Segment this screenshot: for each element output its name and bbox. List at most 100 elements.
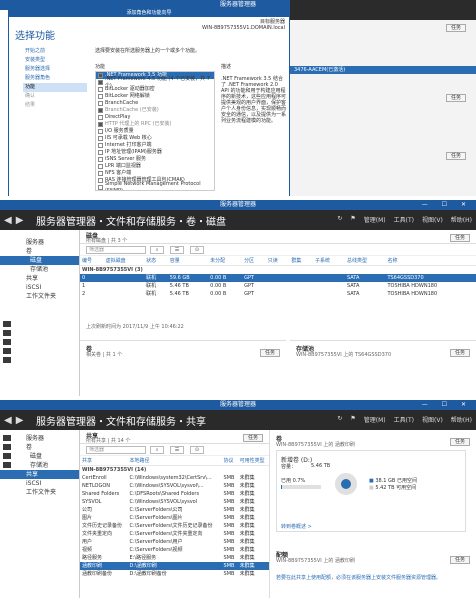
list-options-icon[interactable]: ☰	[170, 446, 184, 454]
feature-item[interactable]: BranchCache (已安装)	[96, 107, 214, 114]
table-row[interactable]: 视频 C:\ServerFolders\视频 SMB 未群集	[80, 546, 269, 554]
feature-checkbox[interactable]	[98, 150, 103, 155]
feature-item[interactable]: Simple Network Management Protocol (SNMP…	[96, 181, 214, 190]
sidebar-item-shares[interactable]: 共享	[0, 470, 79, 479]
sidebar-item-iscsi[interactable]: iSCSI	[0, 479, 79, 488]
column-header[interactable]: 子系统	[312, 256, 345, 266]
filter-input[interactable]: 筛选器	[86, 446, 146, 454]
task-button[interactable]: 任务	[449, 556, 470, 564]
feature-item[interactable]: Internet 打印客户端	[96, 142, 214, 149]
column-header[interactable]: 状态	[144, 256, 168, 266]
filter-options-icon[interactable]: ⊙	[190, 446, 204, 454]
feature-checkbox[interactable]	[98, 164, 103, 169]
menu-help[interactable]: 帮助(H)	[451, 215, 472, 224]
dashboard-icon[interactable]	[3, 321, 11, 327]
sidebar-item-servers[interactable]: 服务器	[0, 434, 79, 443]
feature-item[interactable]: BranchCache	[96, 100, 214, 107]
table-row[interactable]: 文件历史记录备份 C:\ServerFolders\文件历史记录备份 SMB 未群集	[80, 522, 269, 530]
wizard-step[interactable]: 开始之前	[23, 47, 87, 56]
table-row[interactable]: 1 联机 5.46 TB 0.00 B GPT SATA TOSHIBA HDWN180	[80, 282, 476, 290]
column-header[interactable]: 名称	[385, 256, 476, 266]
menu-view[interactable]: 视图(V)	[422, 415, 443, 424]
table-row[interactable]: 2 联机 5.46 TB 0.00 B GPT SATA TOSHIBA HDWN180	[80, 290, 476, 298]
feature-item[interactable]: DirectPlay	[96, 114, 214, 121]
column-header[interactable]: 本地路径	[127, 456, 222, 466]
refresh-icon[interactable]: ↻	[337, 215, 342, 224]
wizard-step[interactable]: 服务器角色	[23, 74, 87, 83]
column-header[interactable]: 容量	[167, 256, 209, 266]
table-row[interactable]: 公司 C:\ServerFolders\公司 SMB 未群集	[80, 506, 269, 514]
features-list[interactable]: .NET Framework 3.5 功能 .NET Framework 4.5 …	[95, 71, 215, 191]
table-row[interactable]: 涵教印刷 D:\涵教印刷 SMB 未群集	[80, 561, 269, 570]
task-button[interactable]: 任务	[259, 349, 280, 357]
table-row[interactable]: Shared Folders C:\DFSRoots\Shared Folders…	[80, 490, 269, 498]
local-server-icon[interactable]	[3, 330, 11, 336]
back-forward-icon[interactable]: ◀▶	[0, 415, 36, 426]
table-row[interactable]: NETLOGON C:\Windows\SYSVOL\sysvol\... SMB 未…	[80, 482, 269, 490]
feature-item[interactable]: iSNS Server 服务	[96, 156, 214, 163]
sidebar-item-servers[interactable]: 服务器	[0, 238, 79, 247]
task-button[interactable]: 任务	[445, 24, 466, 32]
table-row[interactable]: 图片 C:\ServerFolders\图片 SMB 未群集	[80, 514, 269, 522]
all-servers-icon[interactable]	[3, 339, 11, 345]
flag-icon[interactable]: ⚑	[350, 415, 355, 424]
server-row-selected[interactable]: 3476-AACEM(已激活)	[290, 66, 476, 74]
table-row[interactable]: SYSVOL C:\Windows\SYSVOL\sysvol SMB 未群集	[80, 498, 269, 506]
table-row[interactable]: 0 联机 59.6 GB 0.00 B GPT SATA TS64GSSD370	[80, 273, 476, 282]
feature-checkbox[interactable]	[98, 87, 103, 92]
feature-item[interactable]: IIS 可承载 Web 核心	[96, 135, 214, 142]
goto-volume-link[interactable]: 转到卷概述 >	[281, 523, 312, 530]
feature-item[interactable]: I/O 服务质量	[96, 128, 214, 135]
sidebar-item-disks[interactable]: 磁盘	[0, 452, 79, 461]
task-button[interactable]: 任务	[449, 234, 470, 242]
column-header[interactable]: 编号	[80, 256, 104, 266]
sidebar-item-iscsi[interactable]: iSCSI	[0, 283, 79, 292]
sidebar-item-volumes[interactable]: 卷	[0, 443, 79, 452]
feature-checkbox[interactable]	[98, 108, 103, 113]
sidebar-item-disks[interactable]: 磁盘	[0, 256, 79, 265]
wizard-step-current[interactable]: 功能	[23, 83, 87, 92]
sidebar-item-pools[interactable]: 存储池	[0, 265, 79, 274]
task-button[interactable]: 任务	[445, 152, 466, 160]
group-row[interactable]: WIN-8B9757355VI (14)	[80, 466, 269, 474]
files-icon[interactable]	[3, 348, 11, 354]
list-options-icon[interactable]: ☰	[170, 246, 184, 254]
wizard-step[interactable]: 安装类型	[23, 56, 87, 65]
column-header[interactable]: 可用性类型	[237, 456, 269, 466]
feature-checkbox[interactable]	[98, 115, 103, 120]
feature-item[interactable]: NFS 客户端	[96, 170, 214, 177]
feature-checkbox[interactable]	[98, 185, 103, 190]
wizard-step[interactable]: 服务器选择	[23, 65, 87, 74]
wizard-step[interactable]: 确认	[23, 92, 87, 101]
feature-checkbox[interactable]	[98, 157, 103, 162]
menu-view[interactable]: 视图(V)	[422, 215, 443, 224]
column-header[interactable]: 共享	[80, 456, 128, 466]
feature-checkbox[interactable]	[98, 122, 103, 127]
feature-checkbox[interactable]	[98, 143, 103, 148]
task-button[interactable]: 任务	[445, 94, 466, 102]
table-row[interactable]: 文件夹重定向 C:\ServerFolders\文件夹重定向 SMB 未群集	[80, 530, 269, 538]
sidebar-item-workfolders[interactable]: 工作文件夹	[0, 292, 79, 301]
filter-input[interactable]: 筛选器	[86, 246, 146, 254]
feature-item[interactable]: HTTP 代理上的 RPC (已安装)	[96, 121, 214, 128]
feature-checkbox[interactable]	[98, 73, 103, 78]
column-header[interactable]: 只读	[265, 256, 290, 266]
column-header[interactable]: 总线类型	[344, 256, 386, 266]
sidebar-item-shares[interactable]: 共享	[0, 274, 79, 283]
sidebar-item-pools[interactable]: 存储池	[0, 461, 79, 470]
task-button[interactable]: 任务	[449, 349, 470, 357]
table-row[interactable]: 涵教印刷备份 D:\涵教印刷备份 SMB 未群集	[80, 570, 269, 578]
filter-options-icon[interactable]: ⊙	[190, 246, 204, 254]
menu-tools-item[interactable]: 工具(T)	[394, 215, 414, 224]
feature-checkbox[interactable]	[98, 80, 103, 85]
window-controls[interactable]: — ☐ ✕	[422, 200, 472, 210]
feature-checkbox[interactable]	[98, 94, 103, 99]
group-row[interactable]: WIN-8B9757355VI (3)	[80, 266, 476, 274]
feature-item[interactable]: BitLocker 网络解锁	[96, 93, 214, 100]
search-icon[interactable]: ⌕	[150, 246, 164, 254]
menu-help[interactable]: 帮助(H)	[451, 415, 472, 424]
table-row[interactable]: CertEnroll C:\Windows\system32\CertSrv\..…	[80, 474, 269, 482]
feature-item[interactable]: .NET Framework 4.5 功能 (4 个已安装，共 7 个)	[96, 76, 214, 89]
table-row[interactable]: 用户 C:\ServerFolders\用户 SMB 未群集	[80, 538, 269, 546]
search-icon[interactable]: ⌕	[150, 446, 164, 454]
